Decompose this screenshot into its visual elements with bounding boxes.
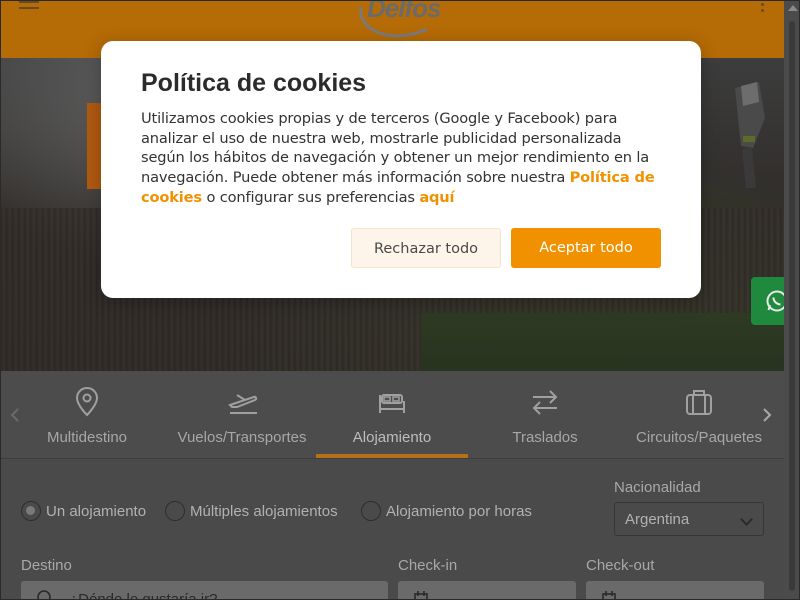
nav-item-circuitos[interactable]: Circuitos/Paquetes	[625, 371, 773, 459]
checkout-label: Check-out	[586, 557, 655, 574]
nav-item-label: Alojamiento	[352, 429, 432, 446]
chevron-down-icon	[740, 513, 753, 526]
radio-label: Un alojamiento	[46, 502, 147, 520]
nav-item-alojamiento[interactable]: Alojamiento	[331, 371, 453, 459]
bed-icon	[379, 394, 405, 413]
modal-title: Política de cookies	[141, 69, 367, 97]
goalkeeper-glove-icon	[735, 82, 765, 188]
nav-item-traslados[interactable]: Traslados	[485, 371, 605, 459]
modal-body-text-2: o configurar sus preferencias	[201, 188, 420, 206]
radio-multiples-alojamientos[interactable]: Múltiples alojamientos	[165, 500, 338, 522]
nationality-value: Argentina	[625, 511, 690, 528]
nav-item-label: Vuelos/Transportes	[177, 429, 307, 446]
logo-text: Delfos	[367, 0, 441, 23]
scroll-thumb[interactable]	[789, 21, 795, 591]
destination-input[interactable]: ¿Dónde le gustaría ir?	[21, 581, 388, 600]
radio-label: Alojamiento por horas	[386, 502, 532, 520]
browser-page: Delfos Multidestino Vuelos/Transportes A…	[0, 0, 800, 600]
suitcase-icon	[686, 390, 712, 415]
map-pin-icon	[75, 387, 99, 417]
destination-placeholder: ¿Dónde le gustaría ir?	[69, 591, 218, 600]
map-pin-icon	[37, 590, 51, 599]
nav-item-multidestino[interactable]: Multidestino	[27, 371, 147, 459]
hero-field	[421, 313, 784, 371]
chevron-right-icon[interactable]	[761, 407, 773, 423]
site-logo[interactable]: Delfos	[353, 0, 445, 43]
active-tab-indicator	[316, 454, 468, 458]
radio-alojamiento-por-horas[interactable]: Alojamiento por horas	[361, 500, 532, 522]
checkin-label: Check-in	[398, 557, 458, 574]
radio-label: Múltiples alojamientos	[190, 502, 338, 520]
nav-item-vuelos[interactable]: Vuelos/Transportes	[167, 371, 317, 459]
modal-body: Utilizamos cookies propias y de terceros…	[141, 109, 669, 208]
calendar-icon	[602, 591, 616, 599]
nationality-select[interactable]: Argentina	[614, 502, 764, 536]
page-scrollbar[interactable]	[784, 1, 799, 599]
nationality-label: Nacionalidad	[614, 479, 701, 496]
nav-item-label: Traslados	[512, 429, 578, 446]
radio-circle[interactable]	[361, 501, 381, 521]
hamburger-icon[interactable]	[19, 1, 39, 15]
radio-circle[interactable]	[165, 501, 185, 521]
destination-label: Destino	[21, 557, 72, 574]
chevron-left-icon[interactable]	[9, 407, 21, 423]
nav-item-label: Multidestino	[46, 429, 128, 446]
kebab-icon[interactable]	[757, 3, 767, 17]
calendar-icon	[414, 591, 428, 599]
product-nav: Multidestino Vuelos/Transportes Alojamie…	[1, 371, 784, 459]
scroll-up-arrow-icon[interactable]	[788, 5, 798, 11]
accept-all-button[interactable]: Aceptar todo	[511, 228, 661, 268]
radio-un-alojamiento[interactable]: Un alojamiento	[21, 500, 146, 522]
transfer-arrows-icon	[532, 390, 558, 415]
reject-all-button[interactable]: Rechazar todo	[351, 228, 501, 268]
checkout-input[interactable]	[586, 581, 764, 599]
cookie-policy-modal: Política de cookies Utilizamos cookies p…	[101, 41, 701, 298]
configure-preferences-link[interactable]: aquí	[419, 189, 454, 206]
plane-icon	[228, 394, 258, 414]
checkin-input[interactable]	[398, 581, 576, 599]
nav-item-label: Circuitos/Paquetes	[636, 429, 762, 446]
radio-circle[interactable]	[21, 501, 41, 521]
